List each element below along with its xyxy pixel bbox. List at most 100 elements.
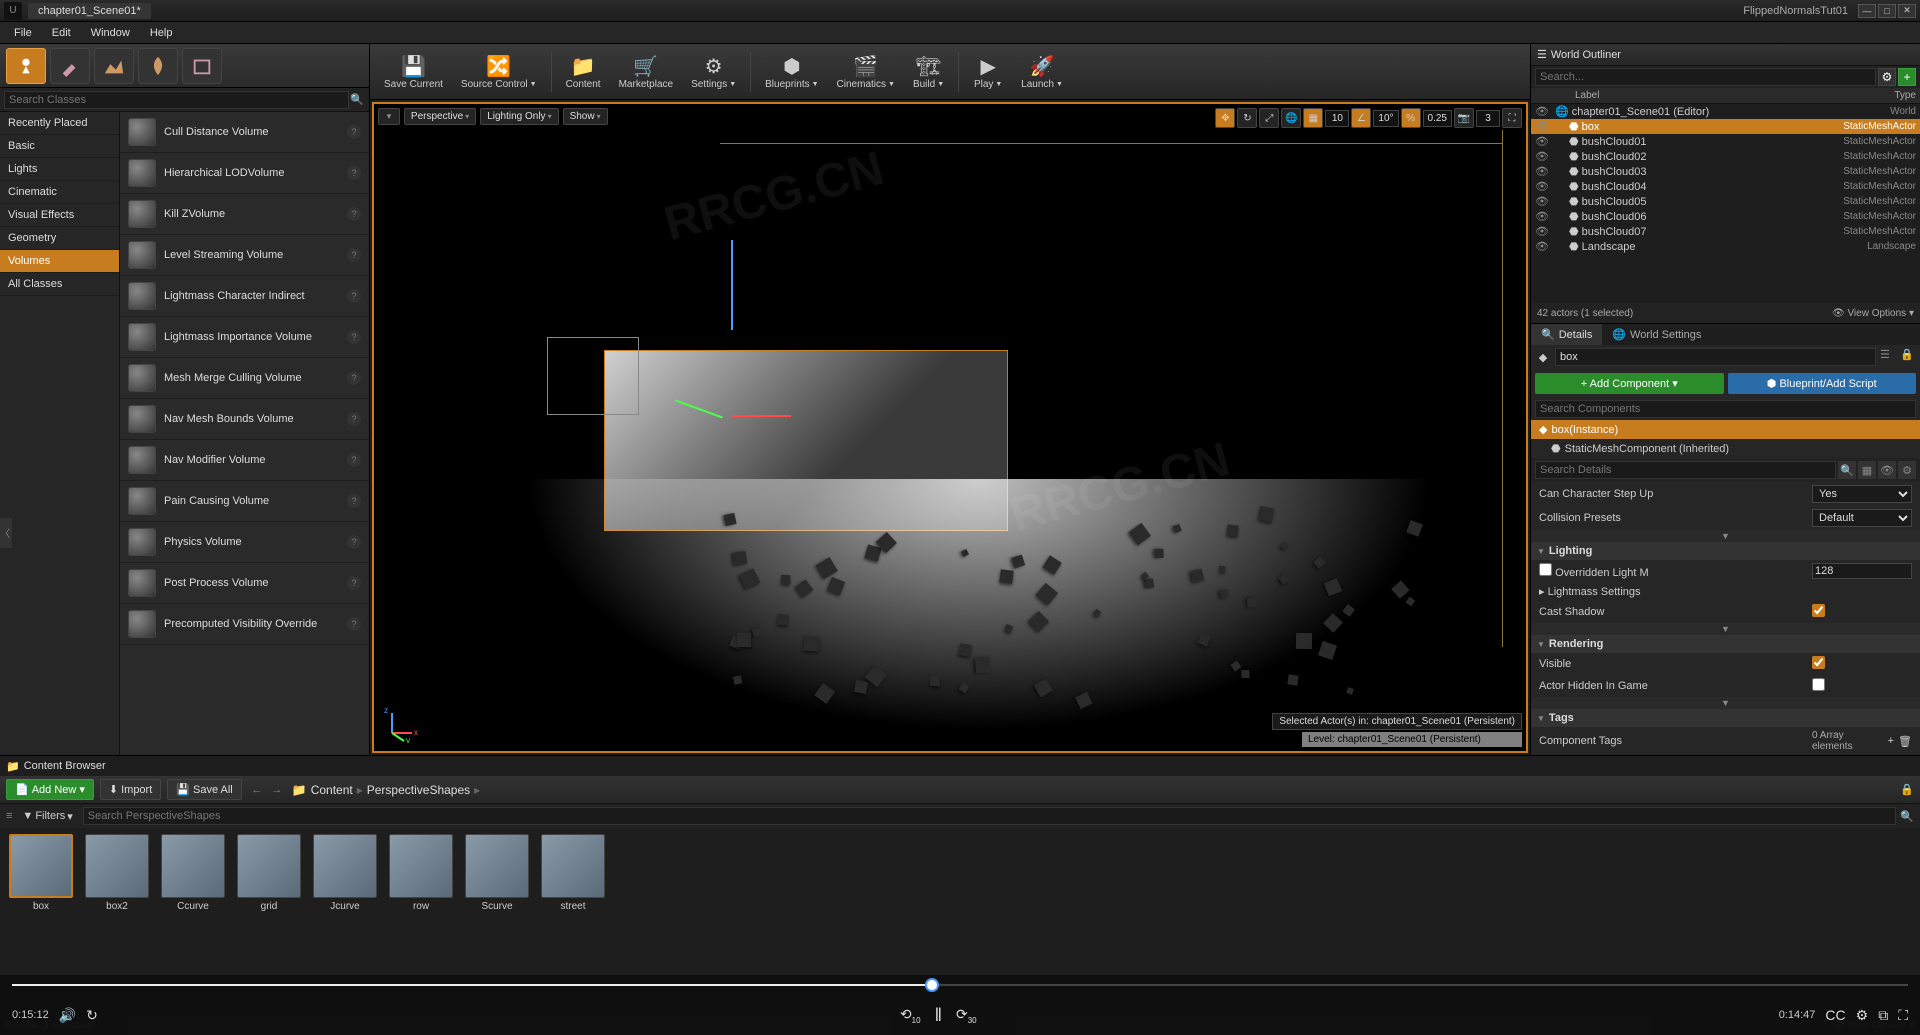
volume-item[interactable]: Nav Mesh Bounds Volume?	[120, 399, 369, 440]
volume-icon[interactable]: 🔊	[59, 1007, 76, 1024]
cat-volumes[interactable]: Volumes	[0, 250, 119, 273]
cb-filters-button[interactable]: ▼ Filters ▾	[16, 808, 78, 825]
snap-rot-value[interactable]: 10°	[1373, 110, 1398, 127]
outliner-row[interactable]: 👁⬣bushCloud04StaticMeshActor	[1531, 179, 1920, 194]
outliner-row[interactable]: 👁⬣LandscapeLandscape	[1531, 239, 1920, 254]
cb-add-new-button[interactable]: 📄 Add New ▾	[6, 779, 94, 800]
volume-item[interactable]: Post Process Volume?	[120, 563, 369, 604]
outliner-row[interactable]: 👁🌐chapter01_Scene01 (Editor)World	[1531, 104, 1920, 119]
mode-geometry[interactable]	[182, 48, 222, 84]
toolbar-blueprints[interactable]: ⬢Blueprints ▼	[757, 51, 826, 92]
visibility-icon[interactable]: 👁	[1535, 165, 1551, 178]
component-root[interactable]: ◆ box(Instance)	[1531, 420, 1920, 439]
maximize-button[interactable]: □	[1878, 4, 1896, 18]
transform-rotate-icon[interactable]: ↻	[1237, 108, 1257, 128]
cat-all-classes[interactable]: All Classes	[0, 273, 119, 296]
cat-lighting[interactable]: Lighting	[1531, 542, 1920, 560]
volume-item[interactable]: Pain Causing Volume?	[120, 481, 369, 522]
actor-lock-icon[interactable]: 🔒	[1900, 348, 1916, 366]
overridden-check[interactable]	[1539, 563, 1552, 576]
outliner-view-options[interactable]: 👁 View Options ▾	[1832, 308, 1914, 319]
volume-item[interactable]: Lightmass Importance Volume?	[120, 317, 369, 358]
visibility-icon[interactable]: 👁	[1535, 150, 1551, 163]
viewport[interactable]: ▼ Perspective▾ Lighting Only▾ Show▾ ✥ ↻ …	[372, 102, 1528, 753]
details-search-input[interactable]	[1535, 461, 1836, 479]
hidden-check[interactable]	[1812, 678, 1825, 691]
outliner-row[interactable]: 👁⬣bushCloud07StaticMeshActor	[1531, 224, 1920, 239]
volume-item[interactable]: Hierarchical LODVolume?	[120, 153, 369, 194]
toolbar-marketplace[interactable]: 🛒Marketplace	[611, 51, 681, 92]
toolbar-play[interactable]: ▶Play ▼	[965, 51, 1011, 92]
volume-item[interactable]: Precomputed Visibility Override?	[120, 604, 369, 645]
tag-add-icon[interactable]: +	[1888, 735, 1894, 747]
cc-icon[interactable]: CC	[1825, 1007, 1845, 1023]
cat-recently-placed[interactable]: Recently Placed	[0, 112, 119, 135]
mode-place[interactable]	[6, 48, 46, 84]
snap-pos-value[interactable]: 10	[1325, 110, 1349, 127]
info-icon[interactable]: ?	[347, 576, 361, 590]
component-search-input[interactable]	[1535, 400, 1916, 418]
vp-show-button[interactable]: Show▾	[563, 108, 608, 125]
asset-item[interactable]: box	[6, 834, 76, 912]
tag-del-icon[interactable]: 🗑	[1898, 735, 1912, 748]
cat-tags[interactable]: Tags	[1531, 709, 1920, 727]
transform-move-icon[interactable]: ✥	[1215, 108, 1235, 128]
outliner-row[interactable]: 👁⬣bushCloud05StaticMeshActor	[1531, 194, 1920, 209]
expand-arrow[interactable]: ▼	[1531, 697, 1920, 709]
actor-options-icon[interactable]: ☰	[1880, 348, 1896, 366]
cat-geometry[interactable]: Geometry	[0, 227, 119, 250]
volume-item[interactable]: Physics Volume?	[120, 522, 369, 563]
info-icon[interactable]: ?	[347, 371, 361, 385]
panel-collapse-arrow[interactable]: 〈	[0, 518, 12, 548]
snap-scale-icon[interactable]: %	[1401, 108, 1421, 128]
fullscreen-icon[interactable]: ⛶	[1898, 1007, 1908, 1024]
cb-back-icon[interactable]: ←	[248, 781, 266, 799]
toolbar-content[interactable]: 📁Content	[558, 51, 609, 92]
camera-speed-icon[interactable]: 📷	[1454, 108, 1474, 128]
volume-item[interactable]: Level Streaming Volume?	[120, 235, 369, 276]
mode-foliage[interactable]	[138, 48, 178, 84]
menu-window[interactable]: Window	[81, 24, 140, 42]
expand-arrow[interactable]: ▼	[1531, 530, 1920, 542]
visibility-icon[interactable]: 👁	[1535, 105, 1551, 118]
mode-paint[interactable]	[50, 48, 90, 84]
cat-lights[interactable]: Lights	[0, 158, 119, 181]
snap-grid-icon[interactable]: ▦	[1303, 108, 1323, 128]
visibility-icon[interactable]: 👁	[1535, 120, 1551, 133]
rewind-icon[interactable]: ⟲10	[900, 1006, 921, 1025]
expand-arrow[interactable]: ▼	[1531, 623, 1920, 635]
visibility-icon[interactable]: 👁	[1535, 135, 1551, 148]
menu-edit[interactable]: Edit	[42, 24, 81, 42]
info-icon[interactable]: ?	[347, 166, 361, 180]
visibility-icon[interactable]: 👁	[1535, 180, 1551, 193]
visible-check[interactable]	[1812, 656, 1825, 669]
details-search-icon[interactable]: 🔍	[1838, 461, 1856, 479]
pip-icon[interactable]: ⧉	[1878, 1007, 1888, 1024]
col-label[interactable]: Label	[1555, 90, 1816, 101]
volume-item[interactable]: Kill ZVolume?	[120, 194, 369, 235]
outliner-filter-button[interactable]: ⚙	[1878, 68, 1896, 86]
vp-perspective-button[interactable]: Perspective▾	[404, 108, 476, 125]
asset-item[interactable]: Jcurve	[310, 834, 380, 912]
menu-help[interactable]: Help	[140, 24, 183, 42]
actor-name-input[interactable]	[1555, 348, 1876, 366]
toolbar-build[interactable]: 🏗Build ▼	[905, 51, 952, 92]
cat-basic[interactable]: Basic	[0, 135, 119, 158]
outliner-row[interactable]: 👁⬣bushCloud03StaticMeshActor	[1531, 164, 1920, 179]
asset-item[interactable]: grid	[234, 834, 304, 912]
minimize-button[interactable]: —	[1858, 4, 1876, 18]
info-icon[interactable]: ?	[347, 453, 361, 467]
path-perspectiveshapes[interactable]: PerspectiveShapes	[367, 783, 470, 797]
col-type[interactable]: Type	[1816, 90, 1916, 101]
add-component-button[interactable]: + Add Component ▾	[1535, 373, 1724, 394]
close-button[interactable]: ✕	[1898, 4, 1916, 18]
coord-space-icon[interactable]: 🌐	[1281, 108, 1301, 128]
transform-scale-icon[interactable]: ⤢	[1259, 108, 1279, 128]
cb-sources-icon[interactable]: ≡	[6, 810, 12, 822]
info-icon[interactable]: ?	[347, 125, 361, 139]
asset-item[interactable]: row	[386, 834, 456, 912]
outliner-row[interactable]: 👁⬣boxStaticMeshActor	[1531, 119, 1920, 134]
camera-speed-value[interactable]: 3	[1476, 110, 1500, 127]
cb-save-all-button[interactable]: 💾 Save All	[167, 779, 241, 800]
cb-fwd-icon[interactable]: →	[268, 781, 286, 799]
